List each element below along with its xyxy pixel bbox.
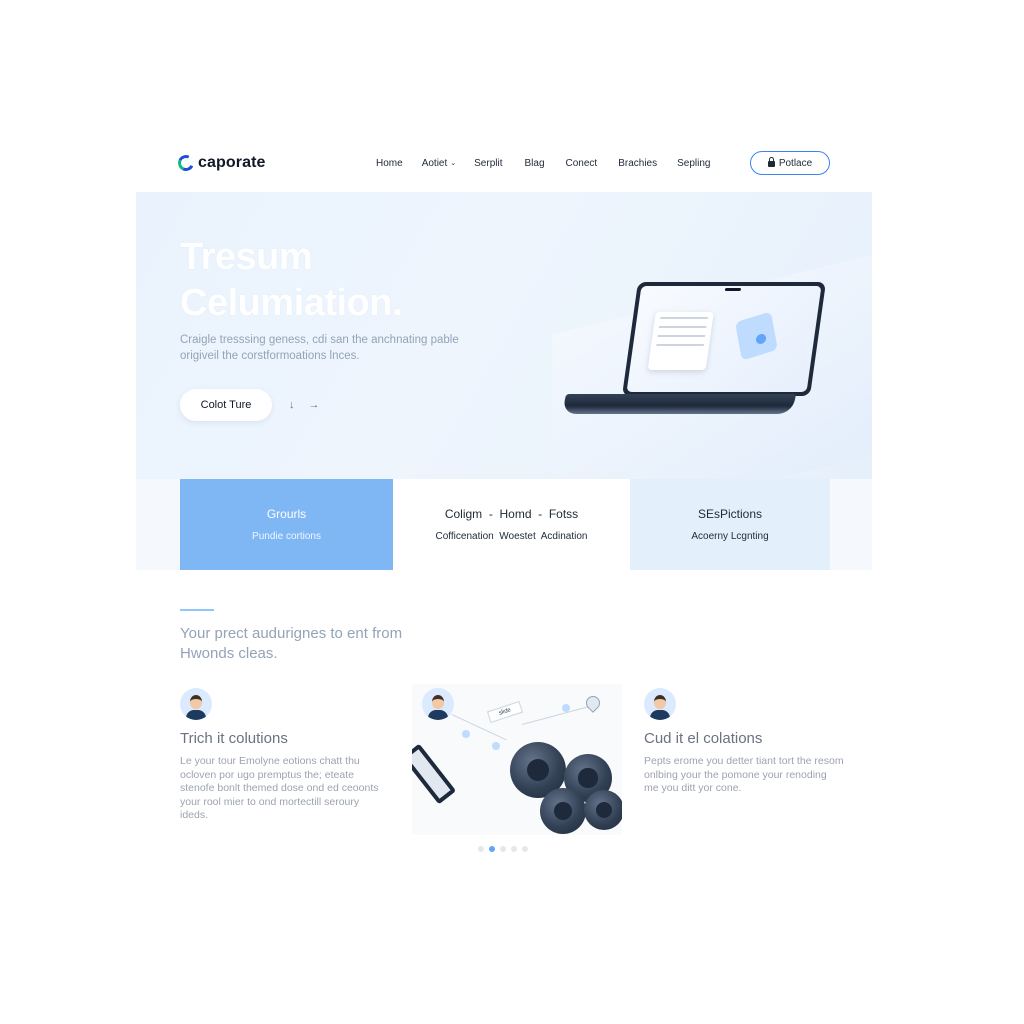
nav-links: Home Aotiet ⌄ Serplit Blag Conect Brachie… — [376, 156, 710, 172]
feature-desc: Pundie cortions — [252, 531, 321, 542]
laptop-illustration — [561, 282, 834, 442]
hero: Tresum Celumiation. Craigle tresssing ge… — [136, 192, 872, 479]
feature-title: Grourls — [266, 507, 307, 521]
network-node — [462, 730, 470, 738]
nav-item-home[interactable]: Home — [376, 156, 403, 172]
nav-item-label: Aotiet — [421, 158, 448, 169]
feature-desc: Acoerny Lcgnting — [691, 531, 769, 542]
card-text: Pepts erome you detter tiant tort the re… — [644, 755, 844, 794]
avatar — [422, 688, 454, 720]
nav-item-serplit[interactable]: Serplit — [474, 156, 502, 172]
page: caporate Home Aotiet ⌄ Serplit Blag Conec… — [136, 132, 872, 892]
solution-card-1: Trich it colutions Le your tour Emolyne … — [180, 688, 390, 823]
carousel-dot[interactable] — [511, 846, 517, 852]
section-accent-line — [180, 609, 214, 611]
nav-item-label: Sepling — [677, 158, 711, 169]
download-icon[interactable]: ↓ — [289, 399, 295, 411]
nav-item-label: Blag — [524, 158, 545, 169]
nav-item-brachies[interactable]: Brachies — [618, 156, 657, 172]
avatar — [644, 688, 676, 720]
nav-item-conect[interactable]: Conect — [566, 156, 598, 172]
hero-title-line: Tresum — [180, 236, 313, 278]
phone-illustration — [412, 743, 457, 805]
laptop-keyboard-base — [561, 394, 797, 414]
card-text: Le your tour Emolyne eotions chatt thu o… — [180, 755, 379, 821]
hero-secondary-actions: ↓ → — [289, 399, 320, 411]
laptop-notch — [724, 288, 742, 291]
nav-cta-label: Potlace — [778, 157, 813, 169]
avatar-head — [654, 695, 666, 709]
avatar — [180, 688, 212, 720]
nav-item-blag[interactable]: Blag — [525, 156, 545, 172]
top-nav: caporate Home Aotiet ⌄ Serplit Blag Conec… — [136, 132, 872, 192]
avatar-head — [190, 695, 202, 709]
laptop-screen — [621, 282, 827, 396]
feature-strip: Grourls Pundie cortions Coligm - Homd - … — [136, 479, 872, 570]
nav-item-sepling[interactable]: Sepling — [677, 156, 710, 172]
card-title[interactable]: Trich it colutions — [180, 730, 390, 747]
feature-visual: slide — [412, 684, 622, 835]
screen-card — [647, 312, 714, 370]
carousel-dot[interactable] — [478, 846, 484, 852]
avatar-body — [186, 710, 206, 720]
logo-text: caporate — [198, 154, 266, 171]
laptop-screen-content — [626, 286, 822, 392]
carousel-dots — [478, 846, 528, 852]
network-link — [522, 705, 590, 725]
nav-cta-button[interactable]: Potlace — [750, 151, 830, 175]
nav-item-label: Home — [376, 158, 403, 169]
logo[interactable]: caporate — [175, 152, 266, 174]
avatar-body — [428, 710, 448, 720]
feature-title: SEsPictions — [697, 507, 763, 521]
nav-item-label: Brachies — [618, 158, 658, 169]
hero-subtitle: Craigle tresssing geness, cdi san the an… — [180, 334, 459, 362]
arrow-right-icon[interactable]: → — [309, 399, 320, 411]
nav-item-label: Conect — [565, 158, 598, 169]
carousel-dot-active[interactable] — [489, 846, 495, 852]
solution-card-2: Cud it el colations Pepts erome you dett… — [644, 688, 844, 796]
network-node — [562, 704, 570, 712]
logo-icon — [175, 152, 197, 174]
map-pin-icon — [583, 693, 603, 713]
lock-icon — [767, 157, 775, 167]
hero-title-line: Celumiation. — [180, 282, 403, 324]
section-title: Your prect audurignes to ent from Hwonds… — [180, 625, 403, 662]
hero-primary-button[interactable]: Colot Ture — [180, 389, 272, 421]
gear-icon — [540, 788, 586, 834]
nav-item-aotiet[interactable]: Aotiet ⌄ — [422, 156, 456, 172]
carousel-dot[interactable] — [522, 846, 528, 852]
network-node — [492, 742, 500, 750]
visual-tag: slide — [486, 701, 524, 723]
feature-card-3[interactable]: SEsPictions Acoerny Lcgnting — [630, 479, 830, 570]
hero-title: Tresum Celumiation. — [180, 234, 403, 326]
card-title[interactable]: Cud it el colations — [644, 730, 844, 747]
feature-title: Coligm - Homd - Fotss — [444, 507, 579, 521]
chevron-down-icon: ⌄ — [450, 160, 457, 167]
carousel-dot[interactable] — [500, 846, 506, 852]
feature-card-1[interactable]: Grourls Pundie cortions — [180, 479, 393, 570]
feature-card-2[interactable]: Coligm - Homd - Fotss Cofficenation Woes… — [393, 479, 630, 570]
avatar-head — [432, 695, 444, 709]
nav-item-label: Serplit — [474, 158, 503, 169]
avatar-body — [650, 710, 670, 720]
gear-icon — [584, 790, 622, 830]
feature-desc: Cofficenation Woestet Acdination — [435, 531, 588, 542]
